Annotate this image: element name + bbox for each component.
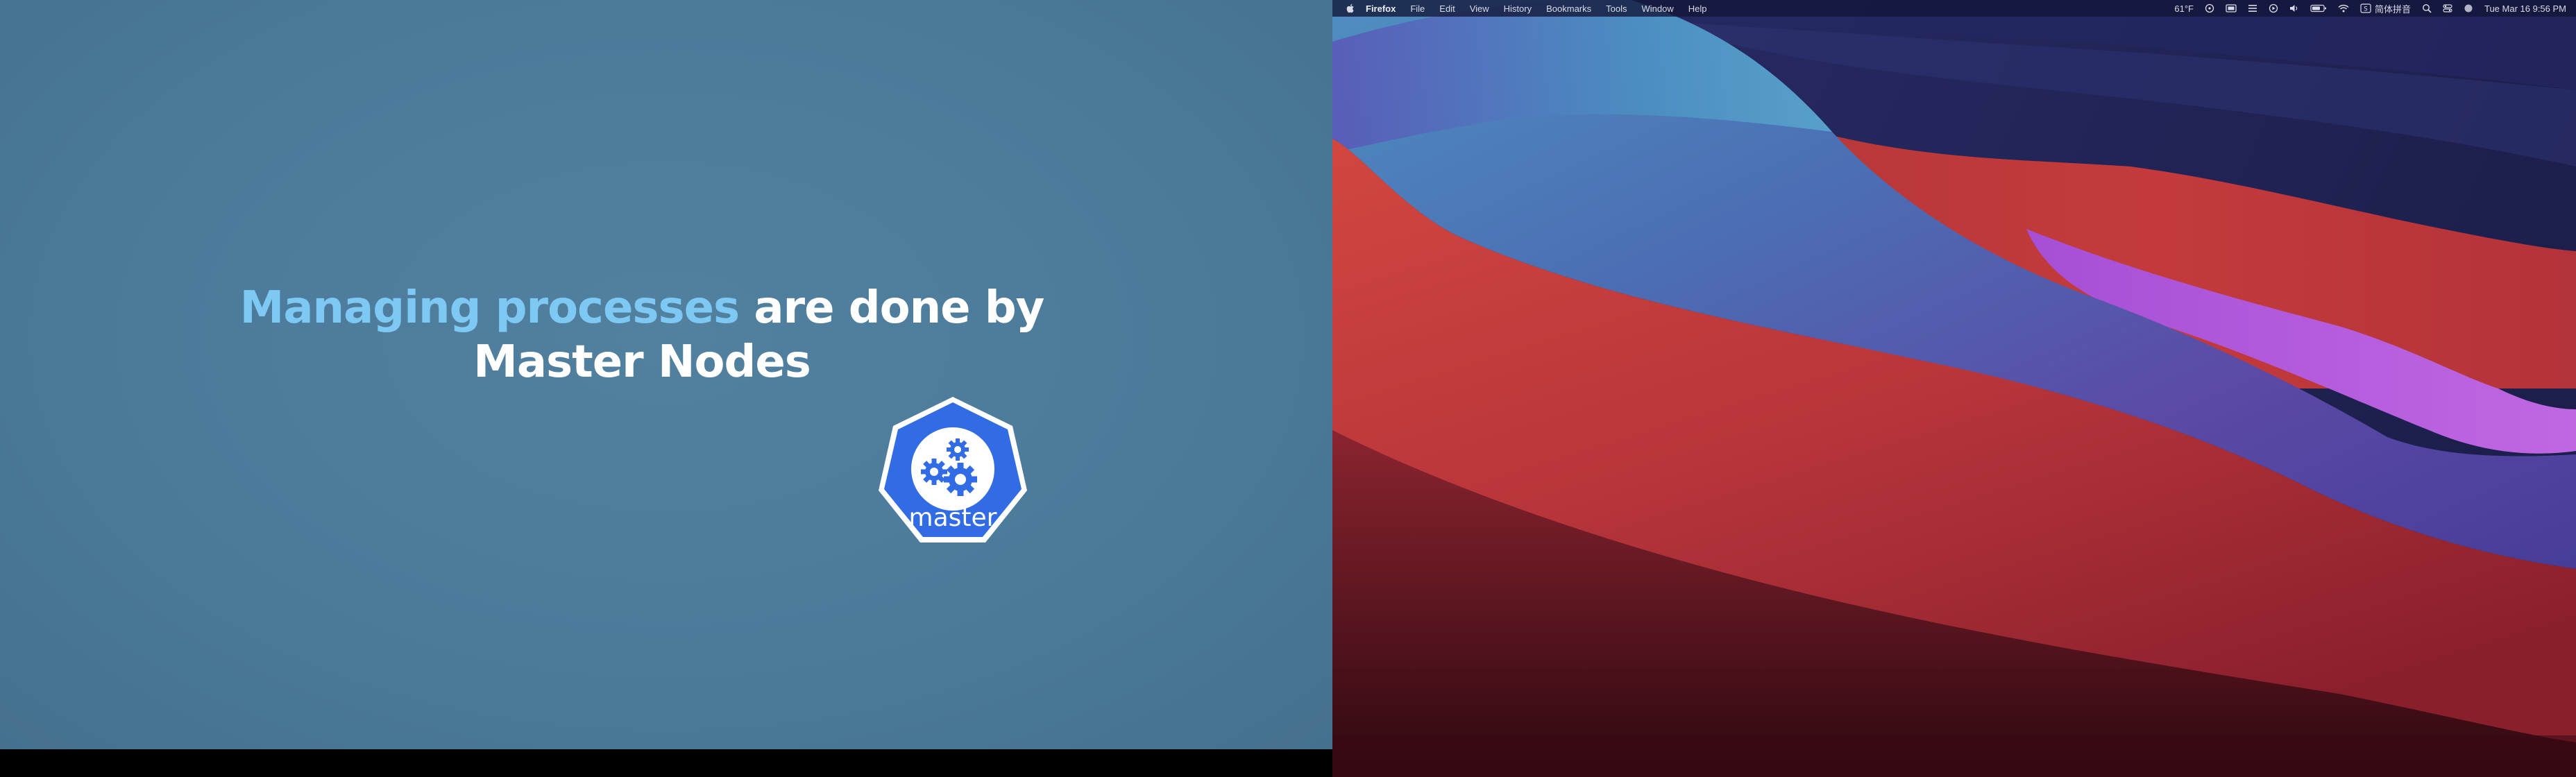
input-method-label: 简体拼音 [2374,3,2411,15]
play-icon[interactable] [2269,3,2278,13]
weather-temperature[interactable]: 61°F [2174,3,2194,14]
slide-heading: Managing processes are done by Master No… [0,281,1284,389]
menu-list-icon[interactable] [2248,4,2257,12]
desktop-wallpaper [1332,0,2576,777]
activity-icon[interactable] [2205,3,2214,13]
heading-line2: Master Nodes [473,336,811,388]
sound-icon[interactable] [2289,4,2299,12]
input-method-menu[interactable]: S 简体拼音 [2360,2,2411,15]
input-method-icon: S [2360,3,2371,13]
menu-file[interactable]: File [1410,3,1425,14]
menu-bar: Firefox File Edit View History Bookmarks… [1332,0,2576,17]
siri-icon[interactable] [2464,3,2473,13]
heading-rest: are done by [739,282,1044,334]
apple-icon[interactable] [1345,3,1356,14]
menu-bookmarks[interactable]: Bookmarks [1546,3,1591,14]
menu-history[interactable]: History [1504,3,1532,14]
menu-app-firefox[interactable]: Firefox [1366,3,1396,14]
kubernetes-master-icon: master [879,397,1027,543]
menubar-clock[interactable]: Tue Mar 16 9:56 PM [2484,3,2566,14]
presentation-area: Managing processes are done by Master No… [0,0,1332,777]
slide: Managing processes are done by Master No… [0,0,1332,749]
display-icon[interactable] [2226,4,2237,12]
control-center-icon[interactable] [2443,4,2452,12]
battery-icon[interactable] [2310,4,2327,12]
macos-desktop: Firefox File Edit View History Bookmarks… [1332,0,2576,777]
menu-view[interactable]: View [1470,3,1489,14]
menu-window[interactable]: Window [1642,3,1674,14]
heading-highlight: Managing processes [239,282,740,334]
letterbox-bar [0,749,1332,777]
screen: Managing processes are done by Master No… [0,0,2576,777]
menu-edit[interactable]: Edit [1439,3,1455,14]
menubar-status-area: 61°F S 简体拼音 Tue Mar 16 9:56 PM [2163,2,2566,15]
wifi-icon[interactable] [2338,4,2349,12]
menu-help[interactable]: Help [1688,3,1707,14]
logo-label: master [909,504,997,532]
svg-text:S: S [2364,6,2368,13]
search-icon[interactable] [2422,3,2432,13]
menu-tools[interactable]: Tools [1606,3,1627,14]
